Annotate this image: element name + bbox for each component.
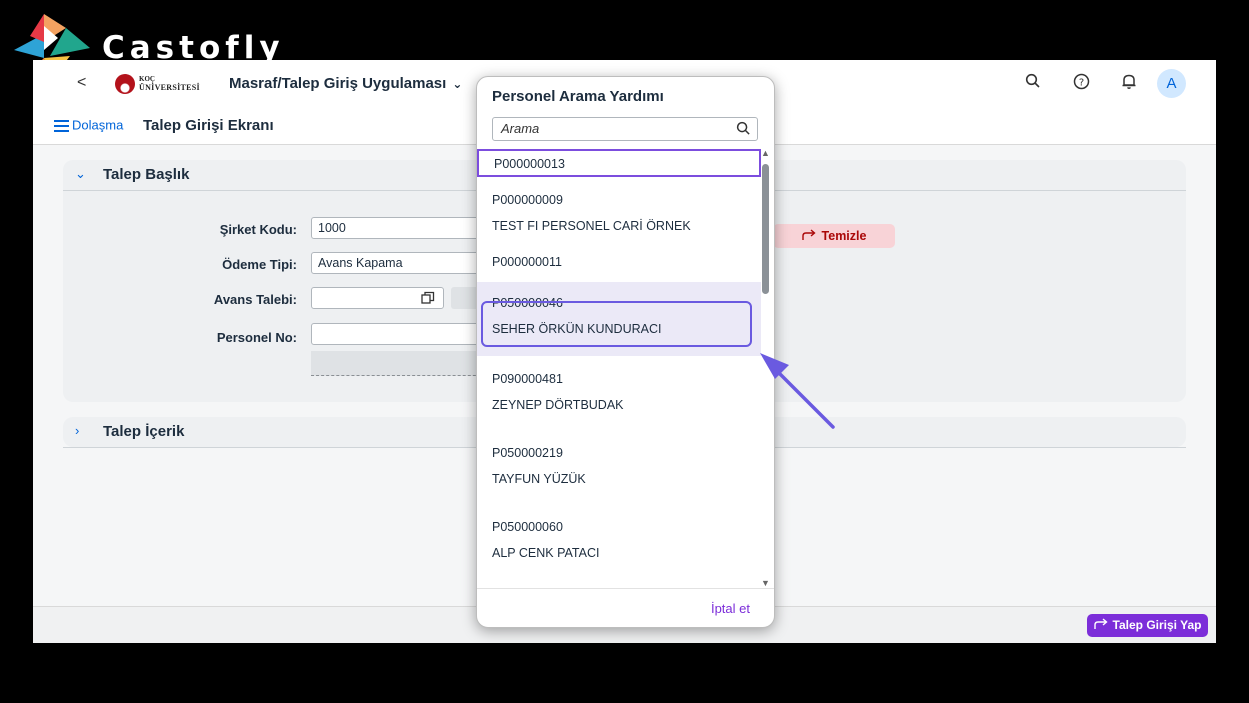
help-icon[interactable]: ? xyxy=(1071,73,1091,93)
app-title: Masraf/Talep Giriş Uygulaması xyxy=(229,75,447,92)
company-code-label: Şirket Kodu: xyxy=(219,222,297,237)
bell-icon[interactable] xyxy=(1119,73,1139,93)
personnel-code: P000000009 xyxy=(492,193,563,207)
list-item[interactable]: P050000060 ALP CENK PATACI xyxy=(477,506,761,578)
personnel-code: P000000013 xyxy=(494,157,565,171)
personnel-no-input[interactable] xyxy=(311,323,491,345)
dialog-footer: İptal et xyxy=(477,588,774,627)
reset-label: Temizle xyxy=(821,229,867,243)
personnel-code: P090000481 xyxy=(492,372,563,386)
personnel-code: P000000011 xyxy=(492,255,562,269)
personnel-no-label: Personel No: xyxy=(216,330,297,345)
submit-request-button[interactable]: Talep Girişi Yap xyxy=(1087,614,1208,637)
chevron-down-icon: ⌄ xyxy=(452,77,463,91)
hamburger-icon xyxy=(54,117,69,135)
dialog-title: Personel Arama Yardımı xyxy=(492,88,664,105)
chevron-down-icon: ⌄ xyxy=(75,166,86,181)
dialog-search-placeholder: Arama xyxy=(501,121,540,136)
personnel-code: P050000219 xyxy=(492,446,563,460)
user-avatar[interactable]: A xyxy=(1157,69,1186,98)
value-help-icon[interactable] xyxy=(421,291,435,310)
reset-button[interactable]: Temizle xyxy=(773,224,895,248)
chevron-right-icon: › xyxy=(75,423,80,438)
annotation-highlight-box xyxy=(481,301,752,347)
personnel-search-dialog: Personel Arama Yardımı Arama P000000013 … xyxy=(476,76,775,628)
personnel-name: ALP CENK PATACI xyxy=(492,546,600,560)
list-item[interactable]: P000000009 TEST FI PERSONEL CARİ ÖRNEK xyxy=(477,181,761,239)
scroll-up-icon[interactable]: ▲ xyxy=(761,148,770,158)
list-item[interactable]: P000000011 xyxy=(477,241,761,281)
scroll-down-icon[interactable]: ▼ xyxy=(761,578,770,588)
navigation-label: Dolaşma xyxy=(72,117,124,133)
university-name-line2: ÜNİVERSİTESİ xyxy=(139,83,200,92)
personnel-code: P050000060 xyxy=(492,520,563,534)
submit-request-label: Talep Girişi Yap xyxy=(1112,618,1202,632)
back-icon[interactable]: < xyxy=(77,74,86,92)
svg-text:?: ? xyxy=(1078,78,1083,89)
app-title-menu[interactable]: Masraf/Talep Giriş Uygulaması ⌄ xyxy=(229,75,462,92)
search-icon[interactable] xyxy=(736,120,751,142)
search-icon[interactable] xyxy=(1023,73,1043,93)
university-logo: KOÇ ÜNİVERSİTESİ xyxy=(113,72,203,96)
page-title: Talep Girişi Ekranı xyxy=(143,117,274,134)
content-panel-title: Talep İçerik xyxy=(103,423,185,440)
personnel-name: ZEYNEP DÖRTBUDAK xyxy=(492,398,624,412)
payment-type-label: Ödeme Tipi: xyxy=(222,257,297,272)
personnel-name-field xyxy=(311,351,491,376)
university-name-line1: KOÇ xyxy=(139,75,155,83)
personnel-name: TAYFUN YÜZÜK xyxy=(492,472,586,486)
company-code-input[interactable]: 1000 xyxy=(311,217,491,239)
advance-request-label: Avans Talebi: xyxy=(213,292,297,307)
list-item[interactable]: P090000481 ZEYNEP DÖRTBUDAK xyxy=(477,358,761,430)
scrollbar-thumb[interactable] xyxy=(762,164,769,294)
cancel-button[interactable]: İptal et xyxy=(711,601,750,616)
annotation-arrow-icon xyxy=(760,353,835,429)
header-panel-title: Talep Başlık xyxy=(103,166,190,183)
list-item[interactable]: P050000219 TAYFUN YÜZÜK xyxy=(477,432,761,504)
payment-type-select[interactable]: Avans Kapama xyxy=(311,252,491,274)
personnel-list: P000000013 P000000009 TEST FI PERSONEL C… xyxy=(477,148,761,588)
list-item[interactable]: P000000013 xyxy=(477,149,761,177)
personnel-name: TEST FI PERSONEL CARİ ÖRNEK xyxy=(492,219,691,233)
navigation-toggle[interactable]: Dolaşma xyxy=(54,117,123,135)
university-emblem-icon xyxy=(115,74,135,94)
dialog-search-input[interactable]: Arama xyxy=(492,117,758,141)
